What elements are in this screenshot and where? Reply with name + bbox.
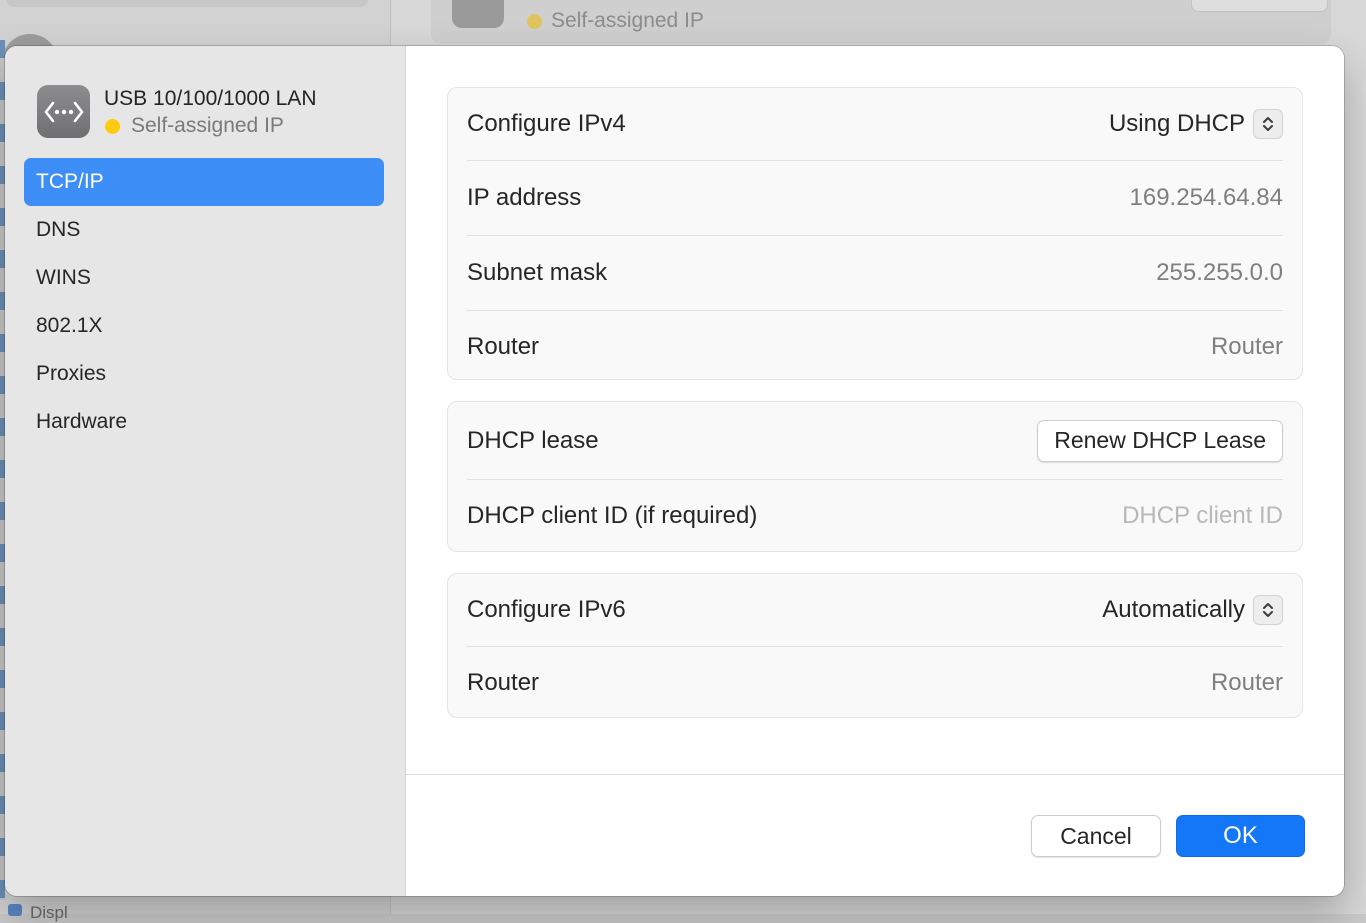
subnet-mask-row: Subnet mask 255.255.0.0: [467, 236, 1283, 311]
ipv4-router-label: Router: [467, 332, 540, 360]
dhcp-lease-label: DHCP lease: [467, 426, 599, 454]
ipv4-router-row: Router Router: [467, 311, 1283, 382]
sheet-nav: TCP/IP DNS WINS 802.1X Proxies Hardware: [24, 158, 384, 446]
chevron-up-down-icon: [1253, 595, 1283, 625]
ethernet-arrows-icon: [37, 85, 90, 138]
ipv4-router-value: Router: [1210, 332, 1283, 360]
configure-ipv4-popup[interactable]: Using DHCP: [1109, 109, 1283, 139]
interface-header: USB 10/100/1000 LAN Self-assigned IP: [37, 85, 316, 140]
footer-divider: [406, 774, 1344, 775]
subnet-mask-value: 255.255.0.0: [1156, 259, 1283, 286]
dhcp-client-id-field[interactable]: DHCP client ID: [1122, 502, 1283, 530]
configure-ipv6-value: Automatically: [1102, 596, 1245, 623]
sidebar-item-hardware[interactable]: Hardware: [24, 398, 384, 446]
ip-address-label: IP address: [467, 184, 582, 211]
ipv6-router-value: Router: [1210, 668, 1283, 696]
interface-status: Self-assigned IP: [104, 112, 316, 140]
background-sidebar-item: Displ: [0, 900, 390, 922]
background-status: Self-assigned IP: [527, 9, 704, 33]
configure-ipv6-popup[interactable]: Automatically: [1102, 595, 1283, 625]
configure-ipv4-value: Using DHCP: [1108, 110, 1245, 137]
ip-address-value: 169.254.64.84: [1129, 184, 1283, 211]
renew-dhcp-lease-button[interactable]: Renew DHCP Lease: [1037, 419, 1283, 462]
sidebar-item-dns[interactable]: DNS: [24, 206, 384, 254]
dhcp-group: DHCP lease Renew DHCP Lease DHCP client …: [447, 401, 1303, 552]
interface-status-text: Self-assigned IP: [131, 114, 284, 137]
background-status-text: Self-assigned IP: [551, 9, 704, 32]
status-dot-icon: [105, 118, 120, 134]
background-status-dot: [527, 13, 542, 29]
sidebar-item-8021x[interactable]: 802.1X: [24, 302, 384, 350]
configure-ipv6-label: Configure IPv6: [467, 596, 626, 623]
dhcp-lease-row: DHCP lease Renew DHCP Lease: [467, 402, 1283, 480]
sidebar-item-proxies[interactable]: Proxies: [24, 350, 384, 398]
sheet-sidebar: USB 10/100/1000 LAN Self-assigned IP TCP…: [5, 46, 406, 896]
subnet-mask-label: Subnet mask: [467, 259, 608, 286]
network-details-sheet: USB 10/100/1000 LAN Self-assigned IP TCP…: [5, 46, 1344, 896]
sidebar-item-tcpip[interactable]: TCP/IP: [24, 158, 384, 206]
configure-ipv4-row: Configure IPv4 Using DHCP: [467, 88, 1283, 161]
sidebar-item-wins[interactable]: WINS: [24, 254, 384, 302]
chevron-up-down-icon: [1253, 109, 1283, 139]
background-button: [1191, 0, 1328, 12]
background-search-field: [6, 0, 368, 7]
tcpip-pane: Configure IPv4 Using DHCP IP address 169…: [406, 46, 1344, 896]
display-icon: [8, 904, 22, 916]
ipv6-group: Configure IPv6 Automatically Router Rout…: [447, 573, 1303, 718]
background-sidebar-item-label: Displ: [30, 903, 68, 922]
ip-address-row: IP address 169.254.64.84: [467, 161, 1283, 236]
configure-ipv4-label: Configure IPv4: [467, 110, 626, 137]
cancel-button[interactable]: Cancel: [1031, 815, 1161, 857]
interface-name: USB 10/100/1000 LAN: [104, 87, 317, 110]
ipv6-router-row: Router Router: [467, 647, 1283, 718]
dhcp-client-id-row: DHCP client ID (if required) DHCP client…: [467, 480, 1283, 552]
ipv4-group: Configure IPv4 Using DHCP IP address 169…: [447, 87, 1303, 380]
ok-button[interactable]: OK: [1176, 815, 1305, 857]
ipv6-router-label: Router: [467, 668, 540, 696]
dhcp-client-id-label: DHCP client ID (if required): [467, 502, 758, 529]
background-network-icon: [452, 0, 504, 28]
configure-ipv6-row: Configure IPv6 Automatically: [467, 574, 1283, 647]
